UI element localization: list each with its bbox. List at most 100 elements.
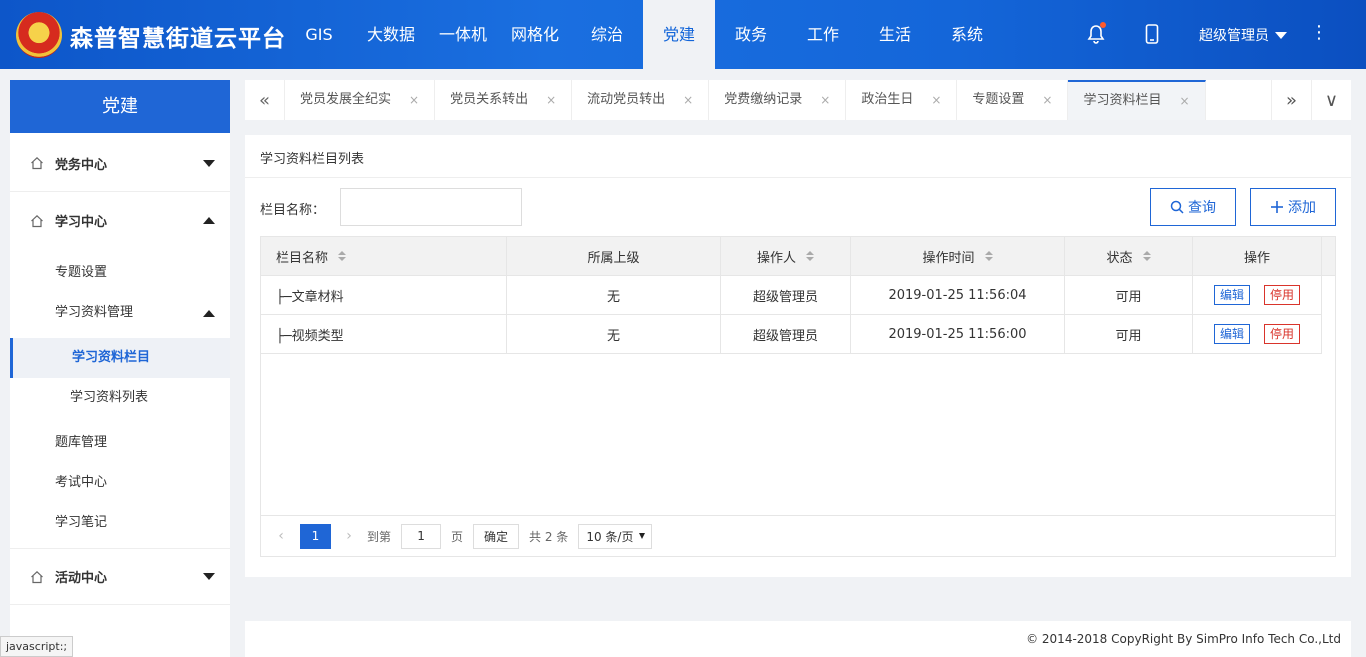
disable-button[interactable]: 停用 xyxy=(1264,285,1301,305)
sidebar-item-study-notes[interactable]: 学习笔记 xyxy=(10,503,230,543)
sidebar-item-question-bank[interactable]: 题库管理 xyxy=(10,423,230,463)
tab-member-transfer[interactable]: 党员关系转出 × xyxy=(435,80,573,120)
sort-icon[interactable] xyxy=(338,251,347,261)
copyright-text: © 2014-2018 CopyRight By SimPro Info Tec… xyxy=(1026,632,1341,646)
notification-dot xyxy=(1100,22,1106,28)
close-icon[interactable]: × xyxy=(683,80,693,120)
divider xyxy=(245,177,1351,178)
chevron-down-icon[interactable]: ∨ xyxy=(1311,80,1351,120)
goto-page-input[interactable]: 1 xyxy=(401,523,442,549)
col-header-parent: 所属上级 xyxy=(507,237,721,275)
page-size-value: 10 条/页 xyxy=(586,529,634,544)
sidebar-group-learning[interactable]: 学习中心 xyxy=(10,192,230,249)
bell-icon[interactable] xyxy=(1084,22,1108,46)
cell-time: 2019-01-25 11:56:04 xyxy=(851,276,1065,314)
sidebar-item-topic-settings[interactable]: 专题设置 xyxy=(10,253,230,293)
page-1-button[interactable]: 1 xyxy=(300,523,331,549)
nav-bigdata[interactable]: 大数据 xyxy=(355,0,427,69)
close-icon[interactable]: × xyxy=(409,80,419,120)
tab-material-columns[interactable]: 学习资料栏目 × xyxy=(1068,80,1206,120)
edit-button[interactable]: 编辑 xyxy=(1213,324,1250,344)
goto-label: 到第 xyxy=(367,529,392,544)
sidebar-item-label: 学习资料管理 xyxy=(55,305,134,320)
sidebar-group-party-affairs[interactable]: 党务中心 xyxy=(10,135,230,192)
main-nav: GIS 大数据 一体机 网格化 综治 党建 政务 工作 生活 系统 xyxy=(283,0,1003,69)
user-menu[interactable]: 超级管理员 xyxy=(1199,25,1287,45)
mobile-icon[interactable] xyxy=(1140,22,1164,46)
tab-political-birthday[interactable]: 政治生日 × xyxy=(846,80,958,120)
sort-icon[interactable] xyxy=(1142,251,1151,261)
nav-gis[interactable]: GIS xyxy=(283,0,355,69)
cell-parent: 无 xyxy=(507,315,721,353)
nav-work[interactable]: 工作 xyxy=(787,0,859,69)
home-icon xyxy=(31,214,43,227)
sidebar-item-exam-center[interactable]: 考试中心 xyxy=(10,463,230,503)
add-label: 添加 xyxy=(1288,200,1316,216)
nav-grid[interactable]: 网格化 xyxy=(499,0,571,69)
collapse-icon xyxy=(203,310,215,317)
nav-governance[interactable]: 综治 xyxy=(571,0,643,69)
sidebar-item-material-management[interactable]: 学习资料管理 xyxy=(10,293,230,333)
col-label: 所属上级 xyxy=(587,250,640,266)
close-icon[interactable]: × xyxy=(820,80,830,120)
user-name: 超级管理员 xyxy=(1199,28,1269,44)
tab-dues-records[interactable]: 党费缴纳记录 × xyxy=(709,80,847,120)
column-name-input[interactable] xyxy=(340,188,522,226)
next-page-icon[interactable]: › xyxy=(337,528,361,544)
col-header-name[interactable]: 栏目名称 xyxy=(261,237,507,275)
add-button[interactable]: 添加 xyxy=(1250,188,1336,226)
nav-life[interactable]: 生活 xyxy=(859,0,931,69)
cell-name: ├─文章材料 xyxy=(261,276,507,314)
tab-mobile-member-transfer[interactable]: 流动党员转出 × xyxy=(572,80,710,120)
sidebar-group-label: 党务中心 xyxy=(55,157,108,173)
close-icon[interactable]: × xyxy=(1179,82,1189,120)
sidebar-group-activities[interactable]: 活动中心 xyxy=(10,548,230,605)
tab-bar: « 党员发展全纪实 × 党员关系转出 × 流动党员转出 × 党费缴纳记录 × 政治生日 ×… xyxy=(245,80,1351,120)
tab-topic-settings[interactable]: 专题设置 × xyxy=(957,80,1069,120)
nav-government[interactable]: 政务 xyxy=(715,0,787,69)
browser-status-bar: javascript:; xyxy=(0,636,74,657)
brand-title: 森普智慧街道云平台 xyxy=(70,26,286,52)
close-icon[interactable]: × xyxy=(546,80,556,120)
sidebar-title: 党建 xyxy=(10,80,230,133)
page-size-select[interactable]: 10 条/页 xyxy=(578,523,653,549)
nav-party-building[interactable]: 党建 xyxy=(643,0,715,69)
col-header-actions: 操作 xyxy=(1193,237,1322,275)
col-header-time[interactable]: 操作时间 xyxy=(851,237,1065,275)
column-table: 栏目名称 所属上级 操作人 操作时间 状态 操作 ├─文章材料 无 超级管理员 … xyxy=(260,236,1336,557)
more-icon[interactable]: ⋮ xyxy=(1310,22,1328,43)
tab-scroll-right-icon[interactable]: » xyxy=(1271,80,1311,120)
caret-down-icon xyxy=(1275,31,1287,39)
sidebar-group-label: 活动中心 xyxy=(55,571,108,586)
cell-actions: 编辑 停用 xyxy=(1193,315,1322,353)
sidebar-item-material-columns[interactable]: 学习资料栏目 xyxy=(10,338,230,378)
sidebar-group-label: 学习中心 xyxy=(55,215,108,230)
cell-operator: 超级管理员 xyxy=(721,276,851,314)
tab-label: 党员关系转出 xyxy=(450,92,529,107)
cell-time: 2019-01-25 11:56:00 xyxy=(851,315,1065,353)
prev-page-icon[interactable]: ‹ xyxy=(269,528,293,544)
query-button[interactable]: 查询 xyxy=(1150,188,1236,226)
filter-label: 栏目名称： xyxy=(260,203,326,218)
tab-label: 学习资料栏目 xyxy=(1083,93,1162,108)
confirm-button[interactable]: 确定 xyxy=(473,523,520,549)
close-icon[interactable]: × xyxy=(931,80,941,120)
sort-icon[interactable] xyxy=(806,251,814,261)
col-header-status[interactable]: 状态 xyxy=(1065,237,1193,275)
sidebar-item-material-list[interactable]: 学习资料列表 xyxy=(10,378,230,418)
tab-label: 政治生日 xyxy=(861,92,914,107)
col-header-operator[interactable]: 操作人 xyxy=(721,237,851,275)
tab-spacer xyxy=(1206,80,1271,120)
disable-button[interactable]: 停用 xyxy=(1264,324,1301,344)
nav-system[interactable]: 系统 xyxy=(931,0,1003,69)
nav-all-in-one[interactable]: 一体机 xyxy=(427,0,499,69)
tab-label: 党员发展全纪实 xyxy=(300,92,392,107)
close-icon[interactable]: × xyxy=(1042,80,1052,120)
pagination: ‹ 1 › 到第 1 页 确定 共 2 条 10 条/页 xyxy=(261,515,1335,556)
tab-scroll-left-icon[interactable]: « xyxy=(245,80,285,120)
top-header: 森普智慧街道云平台 GIS 大数据 一体机 网格化 综治 党建 政务 工作 生活… xyxy=(0,0,1366,69)
tab-label: 党费缴纳记录 xyxy=(724,92,803,107)
sort-icon[interactable] xyxy=(984,251,993,261)
edit-button[interactable]: 编辑 xyxy=(1213,285,1250,305)
tab-party-member-development[interactable]: 党员发展全纪实 × xyxy=(285,80,436,120)
